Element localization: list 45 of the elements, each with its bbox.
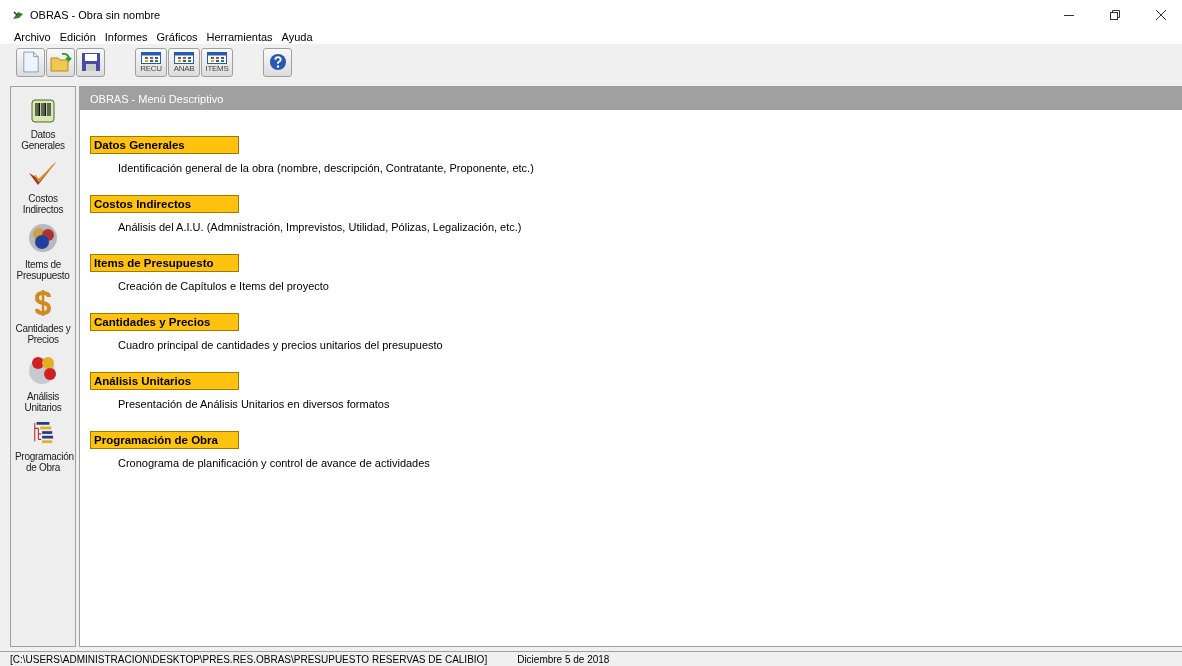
- menu-item[interactable]: Herramientas: [206, 31, 273, 43]
- restore-icon[interactable]: [1110, 10, 1120, 20]
- close-icon[interactable]: [1156, 10, 1166, 20]
- grid-icon: [174, 51, 194, 64]
- app-icon: [12, 10, 24, 20]
- section-heading[interactable]: Costos Indirectos: [90, 195, 239, 213]
- spheres-icon[interactable]: [28, 223, 58, 253]
- barcode-icon[interactable]: [31, 99, 55, 123]
- grid-icon: [141, 51, 161, 64]
- grid-button[interactable]: ITEMS: [201, 47, 233, 77]
- section-heading[interactable]: Items de Presupuesto: [90, 254, 239, 272]
- section-description: Cronograma de planificación y control de avance de actividades: [117, 457, 430, 469]
- save-button[interactable]: [76, 47, 105, 77]
- section-heading[interactable]: Análisis Unitarios: [90, 372, 239, 390]
- open-button[interactable]: [46, 47, 75, 77]
- gantt-icon[interactable]: [32, 421, 54, 445]
- section-heading[interactable]: Programación de Obra: [90, 431, 239, 449]
- menu-item[interactable]: Gráficos: [156, 31, 198, 43]
- sidebar-label[interactable]: Items de Presupuesto: [15, 259, 71, 281]
- help-button[interactable]: [263, 47, 292, 77]
- window-title: OBRAS - Obra sin nombre: [30, 9, 161, 21]
- section-heading[interactable]: Cantidades y Precios: [90, 313, 239, 331]
- sidebar-label[interactable]: Análisis Unitarios: [15, 391, 71, 413]
- sidebar-label[interactable]: Datos Generales: [15, 129, 71, 151]
- section-description: Cuadro principal de cantidades y precios unitarios del presupuesto: [117, 339, 443, 351]
- document-icon: [21, 51, 40, 73]
- sidebar-label[interactable]: Cantidades y Precios: [15, 323, 71, 345]
- section-description: Presentación de Análisis Unitarios en diversos formatos: [117, 398, 390, 410]
- grid-button[interactable]: RECU: [135, 47, 167, 77]
- grid-button[interactable]: ANAB: [168, 47, 200, 77]
- file-path: [C:\USERS\ADMINISTRACION\DESKTOP\PRES.RES.OBRAS\PRESUPUESTO RESERVAS DE CALIBIO]: [10, 653, 488, 665]
- section-heading[interactable]: Datos Generales: [90, 136, 239, 154]
- sidebar-label[interactable]: Costos Indirectos: [15, 193, 71, 215]
- grid-icon: [207, 51, 227, 64]
- section-description: Creación de Capítulos e Items del proyecto: [117, 280, 329, 292]
- folder-icon: [49, 52, 72, 72]
- menu-item[interactable]: Archivo: [14, 31, 51, 43]
- menu-item[interactable]: Edición: [59, 31, 96, 43]
- section-description: Análisis del A.I.U. (Admnistración, Imprevistos, Utilidad, Pólizas, Legalización, etc.): [117, 221, 522, 233]
- menu-item[interactable]: Ayuda: [281, 31, 313, 43]
- help-icon: [268, 53, 287, 71]
- status-date: Diciembre 5 de 2018: [517, 653, 610, 665]
- panel-title: OBRAS - Menú Descriptivo: [90, 92, 224, 105]
- section-description: Identificación general de la obra (nombre, descripción, Contratante, Proponente, etc.): [117, 162, 534, 174]
- menu-item[interactable]: Informes: [104, 31, 148, 43]
